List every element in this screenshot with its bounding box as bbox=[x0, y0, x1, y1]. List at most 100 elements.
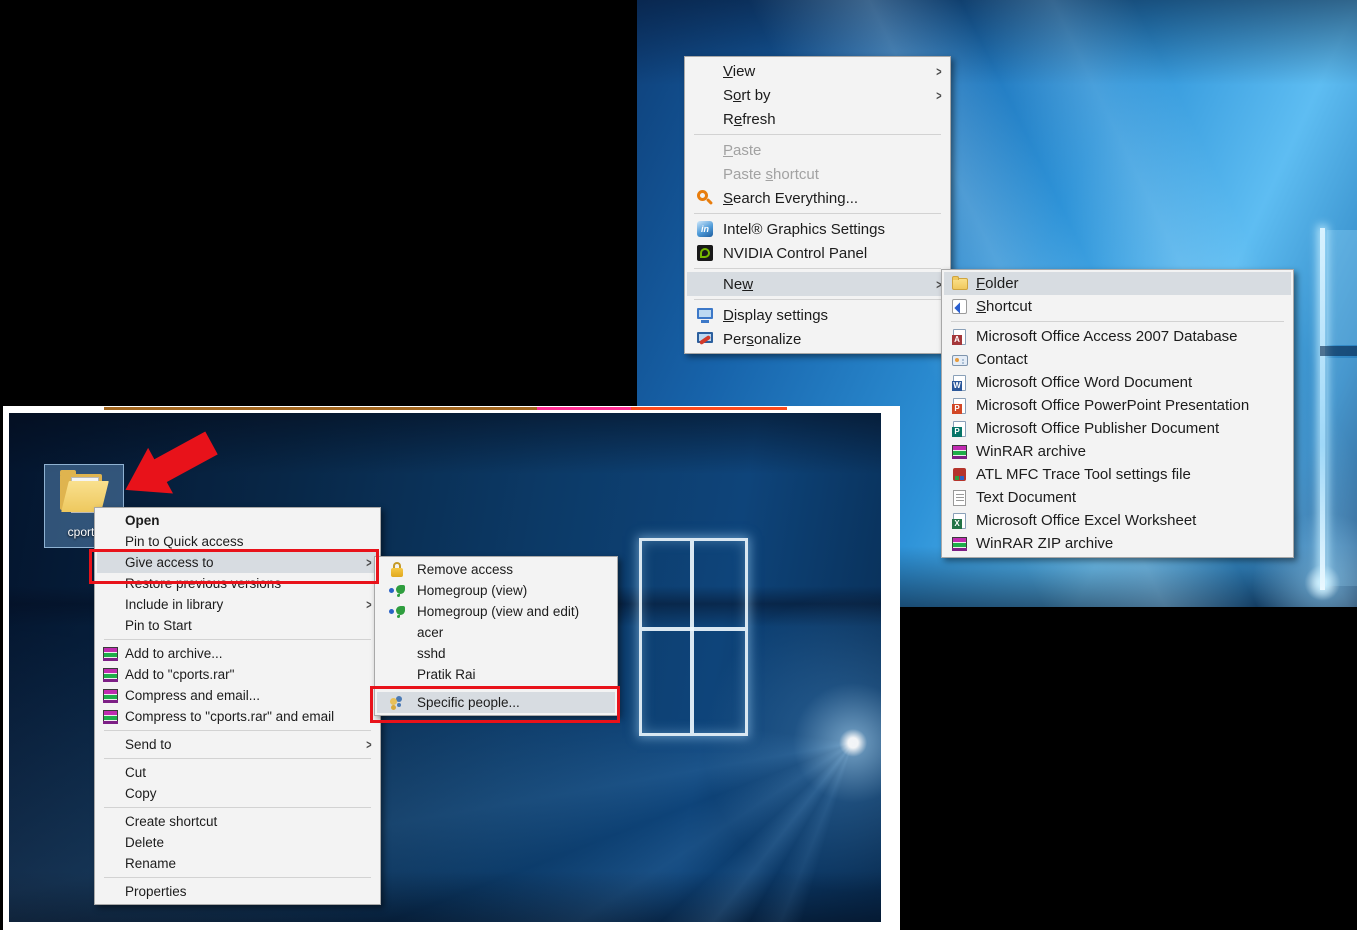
menu-separator bbox=[694, 213, 941, 214]
menu-separator bbox=[694, 268, 941, 269]
menu-item-nvidia-control-panel[interactable]: NVIDIA Control Panel bbox=[687, 241, 948, 265]
icon-gutter bbox=[687, 272, 723, 296]
menu-item-pin-to-quick-access[interactable]: Pin to Quick access bbox=[97, 531, 378, 552]
menu-item-give-access-to[interactable]: Give access to> bbox=[97, 552, 378, 573]
menu-item-label: WinRAR archive bbox=[976, 443, 1271, 460]
menu-separator bbox=[104, 877, 371, 878]
menu-item-cut[interactable]: Cut bbox=[97, 762, 378, 783]
menu-item-atl-mfc-trace-tool-settings-file[interactable]: ATL MFC Trace Tool settings file bbox=[944, 463, 1291, 486]
menu-item-view[interactable]: View> bbox=[687, 59, 948, 83]
submenu-chevron-icon: > bbox=[360, 597, 371, 612]
contact-icon bbox=[944, 348, 976, 371]
menu-item-rename[interactable]: Rename bbox=[97, 853, 378, 874]
menu-item-label: ATL MFC Trace Tool settings file bbox=[976, 466, 1271, 483]
menu-item-create-shortcut[interactable]: Create shortcut bbox=[97, 811, 378, 832]
menu-item-properties[interactable]: Properties bbox=[97, 881, 378, 902]
menu-item-label: Paste shortcut bbox=[723, 166, 928, 183]
menu-item-label: WinRAR ZIP archive bbox=[976, 535, 1271, 552]
menu-item-compress-to-cports-rar-and-email[interactable]: Compress to "cports.rar" and email bbox=[97, 706, 378, 727]
menu-item-label: Give access to bbox=[125, 555, 358, 570]
window-logo-crossbar bbox=[1320, 346, 1357, 356]
icon-gutter bbox=[687, 59, 723, 83]
menu-item-personalize[interactable]: Personalize bbox=[687, 327, 948, 351]
menu-item-label: Personalize bbox=[723, 331, 928, 348]
menu-item-new[interactable]: New> bbox=[687, 272, 948, 296]
icon-gutter bbox=[377, 664, 417, 685]
menu-item-send-to[interactable]: Send to> bbox=[97, 734, 378, 755]
icon-gutter bbox=[377, 643, 417, 664]
menu-item-label: Add to archive... bbox=[125, 646, 358, 661]
menu-separator bbox=[104, 807, 371, 808]
menu-item-copy[interactable]: Copy bbox=[97, 783, 378, 804]
menu-item-label: Copy bbox=[125, 786, 358, 801]
menu-item-microsoft-office-powerpoint-presentation[interactable]: Microsoft Office PowerPoint Presentation bbox=[944, 394, 1291, 417]
menu-item-specific-people[interactable]: Specific people... bbox=[377, 692, 615, 713]
menu-item-label: Add to "cports.rar" bbox=[125, 667, 358, 682]
winrar-icon bbox=[97, 643, 125, 664]
menu-item-paste[interactable]: Paste bbox=[687, 138, 948, 162]
menu-item-remove-access[interactable]: Remove access bbox=[377, 559, 615, 580]
menu-item-homegroup-view[interactable]: Homegroup (view) bbox=[377, 580, 615, 601]
folder-icon bbox=[944, 272, 976, 295]
menu-item-label: Homegroup (view and edit) bbox=[417, 604, 595, 619]
menu-item-label: NVIDIA Control Panel bbox=[723, 245, 928, 262]
intel-icon bbox=[687, 217, 723, 241]
menu-item-label: Delete bbox=[125, 835, 358, 850]
menu-item-restore-previous-versions[interactable]: Restore previous versions bbox=[97, 573, 378, 594]
menu-item-label: Create shortcut bbox=[125, 814, 358, 829]
menu-item-label: Microsoft Office Publisher Document bbox=[976, 420, 1271, 437]
menu-item-paste-shortcut[interactable]: Paste shortcut bbox=[687, 162, 948, 186]
icon-gutter bbox=[687, 162, 723, 186]
menu-item-homegroup-view-and-edit[interactable]: Homegroup (view and edit) bbox=[377, 601, 615, 622]
menu-item-winrar-archive[interactable]: WinRAR archive bbox=[944, 440, 1291, 463]
menu-item-label: Microsoft Office Access 2007 Database bbox=[976, 328, 1271, 345]
powerpoint-icon bbox=[944, 394, 976, 417]
menu-item-include-in-library[interactable]: Include in library> bbox=[97, 594, 378, 615]
menu-item-winrar-zip-archive[interactable]: WinRAR ZIP archive bbox=[944, 532, 1291, 555]
menu-item-label: Include in library bbox=[125, 597, 358, 612]
menu-item-delete[interactable]: Delete bbox=[97, 832, 378, 853]
composite-screenshot: cports View>Sort by>RefreshPastePaste sh… bbox=[0, 0, 1357, 930]
menu-item-add-to-archive[interactable]: Add to archive... bbox=[97, 643, 378, 664]
menu-item-label: Pin to Quick access bbox=[125, 534, 358, 549]
menu-item-microsoft-office-access-2007-database[interactable]: Microsoft Office Access 2007 Database bbox=[944, 325, 1291, 348]
menu-item-shortcut[interactable]: Shortcut bbox=[944, 295, 1291, 318]
menu-item-sort-by[interactable]: Sort by> bbox=[687, 83, 948, 107]
menu-item-label: Search Everything... bbox=[723, 190, 928, 207]
menu-item-contact[interactable]: Contact bbox=[944, 348, 1291, 371]
menu-item-label: Refresh bbox=[723, 111, 928, 128]
menu-item-pin-to-start[interactable]: Pin to Start bbox=[97, 615, 378, 636]
menu-item-microsoft-office-excel-worksheet[interactable]: Microsoft Office Excel Worksheet bbox=[944, 509, 1291, 532]
icon-gutter bbox=[97, 734, 125, 755]
menu-item-label: Remove access bbox=[417, 562, 595, 577]
menu-item-add-to-cports-rar[interactable]: Add to "cports.rar" bbox=[97, 664, 378, 685]
menu-item-acer[interactable]: acer bbox=[377, 622, 615, 643]
submenu-chevron-icon: > bbox=[360, 555, 371, 570]
menu-item-intel-graphics-settings[interactable]: Intel® Graphics Settings bbox=[687, 217, 948, 241]
icon-gutter bbox=[97, 615, 125, 636]
icon-gutter bbox=[97, 783, 125, 804]
menu-item-label: Pratik Rai bbox=[417, 667, 595, 682]
give-access-to-submenu: Remove access Homegroup (view) Homegroup (… bbox=[374, 556, 618, 716]
menu-item-microsoft-office-publisher-document[interactable]: Microsoft Office Publisher Document bbox=[944, 417, 1291, 440]
window-logo-pane bbox=[1327, 230, 1357, 345]
winrar-icon bbox=[944, 532, 976, 555]
folder-context-menu: OpenPin to Quick accessGive access to>Re… bbox=[94, 507, 381, 905]
menu-item-microsoft-office-word-document[interactable]: Microsoft Office Word Document bbox=[944, 371, 1291, 394]
menu-item-pratik-rai[interactable]: Pratik Rai bbox=[377, 664, 615, 685]
menu-separator bbox=[951, 321, 1284, 322]
icon-gutter bbox=[687, 83, 723, 107]
menu-item-compress-and-email[interactable]: Compress and email... bbox=[97, 685, 378, 706]
menu-item-label: sshd bbox=[417, 646, 595, 661]
menu-item-folder[interactable]: Folder bbox=[944, 272, 1291, 295]
menu-item-sshd[interactable]: sshd bbox=[377, 643, 615, 664]
menu-separator bbox=[694, 299, 941, 300]
menu-item-display-settings[interactable]: Display settings bbox=[687, 303, 948, 327]
homegroup-icon bbox=[377, 580, 417, 601]
menu-item-label: View bbox=[723, 63, 928, 80]
menu-item-text-document[interactable]: Text Document bbox=[944, 486, 1291, 509]
menu-item-open[interactable]: Open bbox=[97, 510, 378, 531]
menu-item-search-everything[interactable]: Search Everything... bbox=[687, 186, 948, 210]
menu-separator bbox=[104, 639, 371, 640]
menu-item-refresh[interactable]: Refresh bbox=[687, 107, 948, 131]
